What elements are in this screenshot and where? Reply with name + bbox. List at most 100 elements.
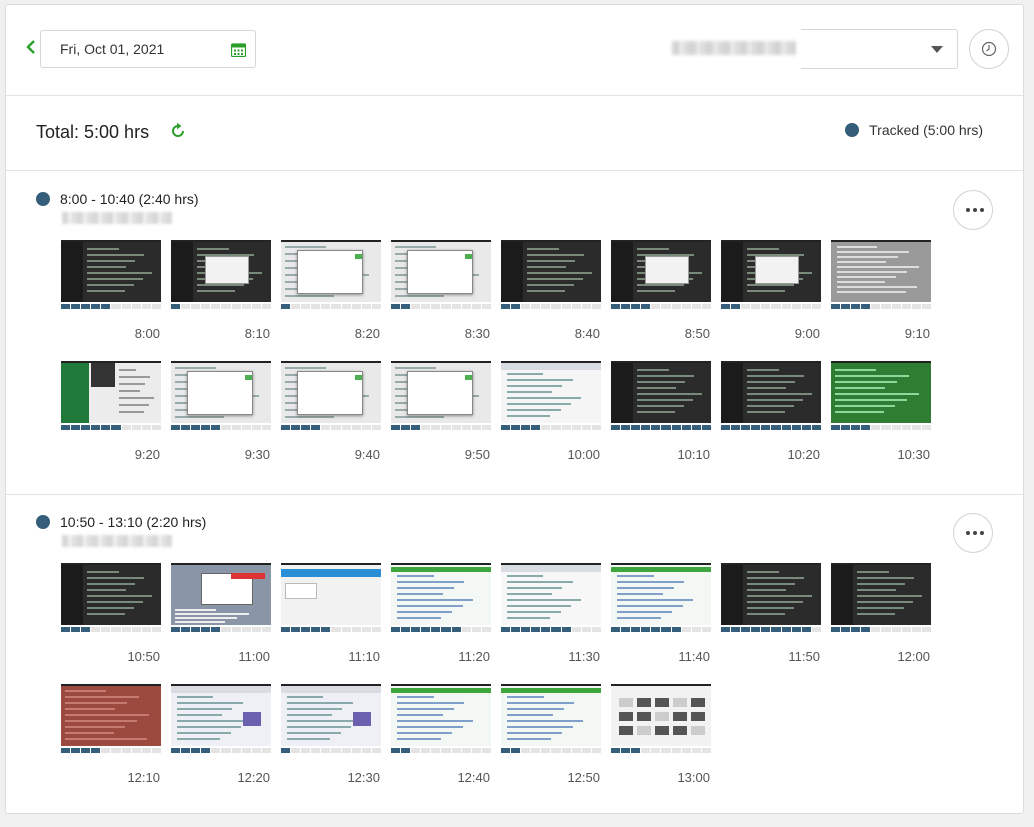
activity-bar-segment: [781, 304, 791, 309]
timezone-button[interactable]: [969, 29, 1009, 69]
screenshot-thumbnail[interactable]: 12:30: [281, 684, 381, 786]
screenshot-thumbnail[interactable]: 9:10: [831, 240, 931, 342]
screenshot-image[interactable]: [61, 361, 161, 423]
activity-bar-segment: [331, 627, 341, 632]
activity-bar-segment: [721, 304, 731, 309]
activity-bar-segment: [691, 304, 701, 309]
screenshot-thumbnail[interactable]: 8:10: [171, 240, 271, 342]
activity-bar-segment: [921, 304, 931, 309]
screenshot-thumbnail[interactable]: 10:50: [61, 563, 161, 665]
screenshot-image[interactable]: [611, 684, 711, 746]
activity-bar-segment: [571, 627, 581, 632]
screenshot-image[interactable]: [831, 563, 931, 625]
screenshot-image[interactable]: [281, 684, 381, 746]
screenshot-time: 9:40: [354, 447, 380, 462]
screenshot-thumbnail[interactable]: 8:30: [391, 240, 491, 342]
screenshot-image[interactable]: [501, 684, 601, 746]
screenshot-image[interactable]: [171, 563, 271, 625]
screenshot-time: 8:50: [684, 326, 710, 341]
more-options-button[interactable]: [953, 513, 993, 553]
screenshot-image[interactable]: [611, 240, 711, 302]
screenshot-thumbnail[interactable]: 8:00: [61, 240, 161, 342]
activity-bar-segment: [211, 627, 221, 632]
screenshot-thumbnail[interactable]: 9:40: [281, 361, 381, 463]
activity-bar-segment: [341, 425, 351, 430]
screenshot-thumbnail[interactable]: 11:50: [721, 563, 821, 665]
chevron-left-icon[interactable]: [23, 39, 39, 55]
activity-bar-segment: [341, 627, 351, 632]
screenshot-thumbnail[interactable]: 9:20: [61, 361, 161, 463]
screenshot-image[interactable]: [281, 240, 381, 302]
activity-bar-segment: [461, 748, 471, 753]
screenshot-image[interactable]: [281, 563, 381, 625]
screenshot-thumbnail[interactable]: 9:00: [721, 240, 821, 342]
screenshot-image[interactable]: [831, 240, 931, 302]
screenshot-image[interactable]: [611, 361, 711, 423]
screenshot-image[interactable]: [611, 563, 711, 625]
user-select[interactable]: [801, 29, 958, 69]
screenshot-image[interactable]: [391, 240, 491, 302]
screenshot-image[interactable]: [171, 684, 271, 746]
screenshot-thumbnail[interactable]: 10:10: [611, 361, 711, 463]
activity-bar-segment: [661, 304, 671, 309]
more-options-button[interactable]: [953, 190, 993, 230]
screenshot-thumbnail[interactable]: 8:40: [501, 240, 601, 342]
screenshot-thumbnail[interactable]: 13:00: [611, 684, 711, 786]
timeline-panel: Fri, Oct 01, 2021 Total: 5:00 hrs Tracke…: [5, 4, 1024, 814]
screenshot-thumbnail[interactable]: 9:30: [171, 361, 271, 463]
screenshot-thumbnail[interactable]: 10:30: [831, 361, 931, 463]
screenshot-thumbnail[interactable]: 12:00: [831, 563, 931, 665]
activity-bar: [611, 627, 711, 632]
screenshot-thumbnail[interactable]: 10:20: [721, 361, 821, 463]
screenshot-image[interactable]: [721, 361, 821, 423]
activity-bar-segment: [261, 748, 271, 753]
screenshot-thumbnail[interactable]: 11:20: [391, 563, 491, 665]
activity-bar-segment: [81, 304, 91, 309]
screenshot-thumbnail[interactable]: 9:50: [391, 361, 491, 463]
screenshot-image[interactable]: [501, 240, 601, 302]
activity-bar-segment: [881, 304, 891, 309]
screenshot-thumbnail[interactable]: 12:50: [501, 684, 601, 786]
screenshot-image[interactable]: [501, 563, 601, 625]
screenshot-image[interactable]: [501, 361, 601, 423]
activity-bar-segment: [401, 748, 411, 753]
activity-bar-segment: [421, 304, 431, 309]
screenshot-time: 11:30: [568, 649, 600, 664]
activity-bar-segment: [131, 304, 141, 309]
activity-bar-segment: [201, 425, 211, 430]
activity-bar-segment: [511, 627, 521, 632]
screenshot-thumbnail[interactable]: 12:20: [171, 684, 271, 786]
screenshot-thumbnail[interactable]: 11:10: [281, 563, 381, 665]
screenshot-image[interactable]: [721, 240, 821, 302]
screenshot-image[interactable]: [281, 361, 381, 423]
screenshot-image[interactable]: [61, 563, 161, 625]
screenshot-image[interactable]: [171, 361, 271, 423]
screenshot-image[interactable]: [831, 361, 931, 423]
screenshot-thumbnail[interactable]: 8:50: [611, 240, 711, 342]
screenshot-image[interactable]: [171, 240, 271, 302]
screenshot-image[interactable]: [391, 361, 491, 423]
calendar-icon[interactable]: [231, 42, 246, 57]
screenshot-thumbnail[interactable]: 8:20: [281, 240, 381, 342]
activity-bar-segment: [451, 627, 461, 632]
refresh-icon[interactable]: [169, 122, 187, 140]
screenshot-image[interactable]: [391, 563, 491, 625]
screenshot-thumbnail[interactable]: 11:00: [171, 563, 271, 665]
screenshot-thumbnail[interactable]: 10:00: [501, 361, 601, 463]
activity-bar-segment: [801, 627, 811, 632]
screenshot-thumbnail[interactable]: 11:40: [611, 563, 711, 665]
activity-bar-segment: [501, 425, 511, 430]
screenshot-image[interactable]: [61, 240, 161, 302]
activity-bar-segment: [321, 627, 331, 632]
activity-bar-segment: [581, 425, 591, 430]
screenshot-image[interactable]: [391, 684, 491, 746]
activity-bar-segment: [781, 627, 791, 632]
screenshot-thumbnail[interactable]: 11:30: [501, 563, 601, 665]
screenshot-image[interactable]: [61, 684, 161, 746]
date-picker[interactable]: Fri, Oct 01, 2021: [40, 30, 256, 68]
screenshot-thumbnail[interactable]: 12:10: [61, 684, 161, 786]
activity-bar-segment: [691, 627, 701, 632]
screenshot-thumbnail[interactable]: 12:40: [391, 684, 491, 786]
screenshot-image[interactable]: [721, 563, 821, 625]
activity-bar-segment: [811, 627, 821, 632]
